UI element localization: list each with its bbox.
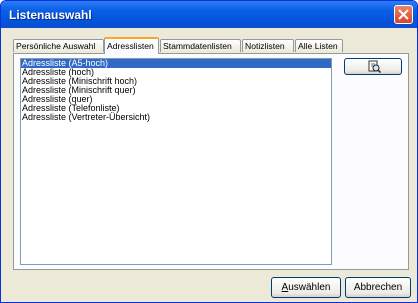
list-item[interactable]: Adressliste (Vertreter-Übersicht)	[21, 113, 331, 122]
title-bar[interactable]: Listenauswahl	[1, 1, 417, 28]
tab-panel: Adressliste (A5-hoch) Adressliste (hoch)…	[13, 53, 409, 270]
close-icon	[398, 9, 409, 20]
print-preview-button[interactable]	[344, 58, 402, 75]
tab-notizlisten[interactable]: Notizlisten	[242, 39, 294, 52]
select-label: uswählen	[288, 282, 331, 293]
window-title: Listenauswahl	[9, 8, 92, 22]
tab-alle-listen[interactable]: Alle Listen	[295, 39, 343, 52]
print-preview-icon	[368, 60, 381, 73]
tab-persoenliche-auswahl[interactable]: Persönliche Auswahl	[13, 39, 104, 52]
dialog-window: Listenauswahl Persönliche Auswahl Adress…	[0, 0, 418, 303]
tab-stammdatenlisten[interactable]: Stammdatenlisten	[160, 39, 241, 52]
select-button[interactable]: Auswählen	[271, 277, 341, 298]
list-listbox[interactable]: Adressliste (A5-hoch) Adressliste (hoch)…	[20, 58, 332, 265]
close-button[interactable]	[394, 5, 413, 24]
tab-adresslisten[interactable]: Adresslisten	[104, 37, 159, 54]
cancel-button[interactable]: Abbrechen	[345, 277, 411, 298]
